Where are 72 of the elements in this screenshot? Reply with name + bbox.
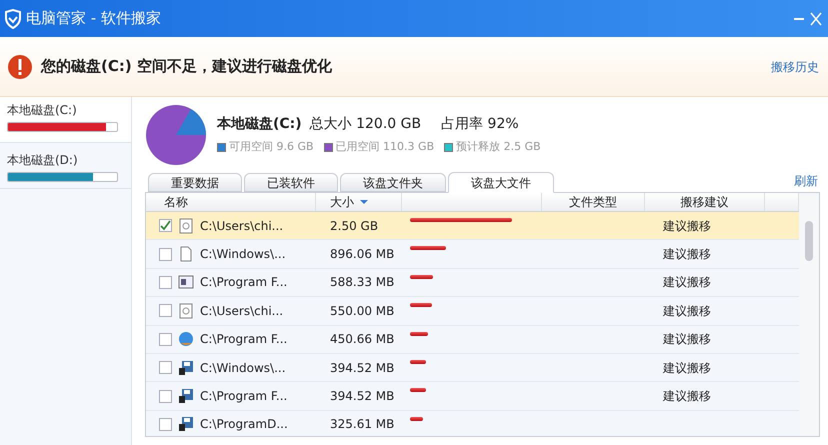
tab[interactable]: 已装软件 <box>244 173 338 192</box>
tab[interactable]: 该盘大文件 <box>448 172 554 193</box>
file-size: 588.33 MB <box>329 274 396 292</box>
legend-label: 预计释放 2.5 GB <box>456 139 541 156</box>
size-bar <box>410 274 434 279</box>
size-bar <box>410 332 428 336</box>
column-header[interactable]: 大小 <box>330 193 354 211</box>
move-advice: 建议搬移 <box>663 389 711 404</box>
size-bar <box>410 388 426 392</box>
legend-label: 已用空间 110.3 GB <box>336 139 434 156</box>
checkbox[interactable] <box>159 390 172 403</box>
size-bar <box>410 416 423 421</box>
checkbox[interactable] <box>159 332 172 346</box>
file-size: 394.52 MB <box>329 360 396 377</box>
file-row[interactable]: C:\Program F... 588.33 MB 建议搬移 <box>146 268 799 298</box>
file-path: C:\Users\chi... <box>200 302 284 320</box>
warning-icon <box>7 54 33 80</box>
checkbox[interactable] <box>159 304 172 318</box>
sort-arrow-icon <box>360 200 368 204</box>
scrollbar[interactable] <box>799 193 819 436</box>
move-advice: 建议搬移 <box>663 304 711 318</box>
alert-message: 您的磁盘(C:) 空间不足，建议进行磁盘优化 <box>41 56 332 78</box>
file-path: C:\Windows\... <box>200 360 286 377</box>
file-row[interactable]: C:\Users\chi... 2.50 GB 建议搬移 <box>146 212 799 240</box>
column-header[interactable]: 名称 <box>164 193 188 211</box>
column-header[interactable]: 搬移建议 <box>680 193 728 211</box>
move-advice: 建议搬移 <box>663 275 711 290</box>
move-advice: 建议搬移 <box>663 332 711 346</box>
file-path: C:\Program F... <box>200 388 288 406</box>
file-path: C:\ProgramD... <box>200 416 288 434</box>
pie-chart-icon <box>145 104 207 166</box>
file-size: 2.50 GB <box>329 218 380 235</box>
legend-label: 可用空间 9.6 GB <box>229 139 314 156</box>
file-size: 394.52 MB <box>329 388 396 406</box>
history-link[interactable]: 搬移历史 <box>771 58 819 76</box>
file-size: 325.61 MB <box>329 416 396 434</box>
move-advice: 建议搬移 <box>663 218 711 233</box>
checkbox[interactable] <box>159 361 172 374</box>
file-size: 896.06 MB <box>329 246 396 264</box>
checkbox[interactable] <box>159 418 172 431</box>
move-advice: 建议搬移 <box>663 360 711 375</box>
file-row[interactable]: C:\Program F... 450.66 MB 建议搬移 <box>146 326 799 354</box>
column-header[interactable]: 文件类型 <box>569 193 617 211</box>
file-row[interactable]: C:\Windows\... 896.06 MB 建议搬移 <box>146 240 799 269</box>
file-size: 450.66 MB <box>329 331 396 348</box>
disk-item[interactable]: 本地磁盘(C:) <box>0 97 131 143</box>
tab[interactable]: 该盘文件夹 <box>340 173 446 192</box>
tab[interactable]: 重要数据 <box>148 173 242 192</box>
size-bar <box>410 360 426 364</box>
size-bar <box>410 246 446 250</box>
file-row[interactable]: C:\ProgramD... 325.61 MB <box>146 410 799 436</box>
file-path: C:\Program F... <box>200 274 288 292</box>
file-row[interactable]: C:\Users\chi... 550.00 MB 建议搬移 <box>146 297 799 326</box>
shield-icon <box>4 8 22 28</box>
file-size: 550.00 MB <box>329 302 396 320</box>
disk-total-size: 总大小 120.0 GB <box>310 115 422 134</box>
disk-item[interactable]: 本地磁盘(D:) <box>0 143 131 189</box>
disk-usage: 占用率 92% <box>441 115 519 134</box>
checkbox[interactable] <box>159 248 172 261</box>
move-advice: 建议搬移 <box>663 247 711 262</box>
disk-name: 本地磁盘(C:) <box>217 115 302 134</box>
size-bar <box>410 303 432 308</box>
window-title: 电脑管家 - 软件搬家 <box>26 8 161 30</box>
file-path: C:\Users\chi... <box>200 218 284 235</box>
file-path: C:\Program F... <box>200 331 288 348</box>
checkbox[interactable] <box>159 276 172 289</box>
checkbox[interactable] <box>159 219 172 232</box>
scrollbar-thumb[interactable] <box>805 221 813 261</box>
file-row[interactable]: C:\Windows\... 394.52 MB 建议搬移 <box>146 354 799 382</box>
refresh-link[interactable]: 刷新 <box>794 172 818 190</box>
file-path: C:\Windows\... <box>200 246 286 264</box>
file-row[interactable]: C:\Program F... 394.52 MB 建议搬移 <box>146 382 799 411</box>
